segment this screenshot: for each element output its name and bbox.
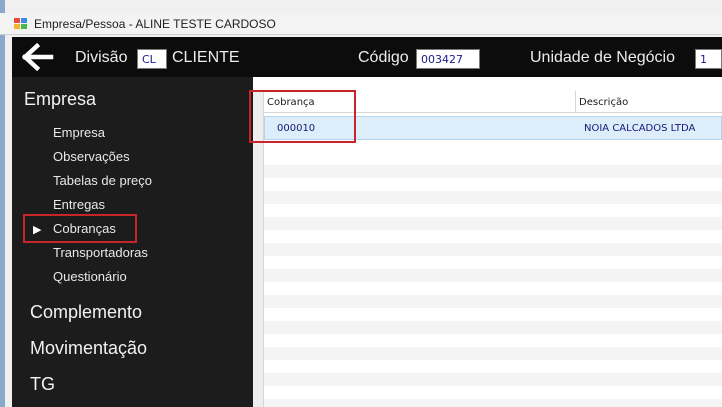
grid-stripe — [264, 321, 722, 334]
content-area: Cobrança Descrição 000010 NOIA CALCADOS … — [249, 77, 722, 407]
sidebar-section-movimentacao[interactable]: Movimentação — [30, 338, 147, 359]
arrow-left-icon — [21, 42, 54, 72]
grid-stripe — [264, 217, 722, 230]
grid-stripe — [264, 165, 722, 178]
code-input[interactable]: 003427 — [416, 49, 480, 69]
header-bar: Divisão CL CLIENTE Código 003427 Unidade… — [12, 37, 722, 77]
business-unit-input[interactable]: 1 — [695, 49, 722, 69]
sidebar-section-tg[interactable]: TG — [30, 374, 55, 395]
sidebar-section-complemento[interactable]: Complemento — [30, 302, 142, 323]
column-highlight-box — [249, 90, 356, 143]
cell-descricao[interactable]: NOIA CALCADOS LTDA — [584, 123, 695, 134]
grid-stripe — [264, 269, 722, 282]
column-header-descricao[interactable]: Descrição — [579, 97, 628, 108]
code-label: Código — [358, 49, 409, 66]
sidebar-item-tabelas-de-preco[interactable]: Tabelas de preço — [53, 173, 152, 188]
grid-body: 000010 NOIA CALCADOS LTDA — [264, 114, 722, 407]
column-divider[interactable] — [575, 91, 576, 113]
title-bar: Empresa/Pessoa - ALINE TESTE CARDOSO — [0, 13, 722, 35]
grid-stripe — [264, 347, 722, 360]
sidebar-item-empresa[interactable]: Empresa — [53, 125, 105, 140]
business-unit-label: Unidade de Negócio — [530, 49, 675, 66]
grid-stripe — [264, 373, 722, 386]
sidebar-item-questionario[interactable]: Questionário — [53, 269, 127, 284]
sidebar-item-observacoes[interactable]: Observações — [53, 149, 130, 164]
grid-stripe — [264, 295, 722, 308]
grid-stripe — [264, 243, 722, 256]
app-window-icon — [14, 18, 28, 30]
division-input[interactable]: CL — [137, 49, 167, 69]
sidebar-heading[interactable]: Empresa — [24, 89, 96, 110]
division-name: CLIENTE — [172, 49, 240, 66]
grid-stripe — [264, 399, 722, 407]
division-label: Divisão — [75, 49, 128, 66]
selection-highlight-box — [23, 214, 137, 243]
sidebar: Empresa Empresa Observações Tabelas de p… — [12, 77, 253, 407]
window-title: Empresa/Pessoa - ALINE TESTE CARDOSO — [34, 17, 276, 31]
sidebar-item-entregas[interactable]: Entregas — [53, 197, 105, 212]
sidebar-item-transportadoras[interactable]: Transportadoras — [53, 245, 148, 260]
grid-stripe — [264, 191, 722, 204]
back-button[interactable] — [21, 42, 54, 72]
